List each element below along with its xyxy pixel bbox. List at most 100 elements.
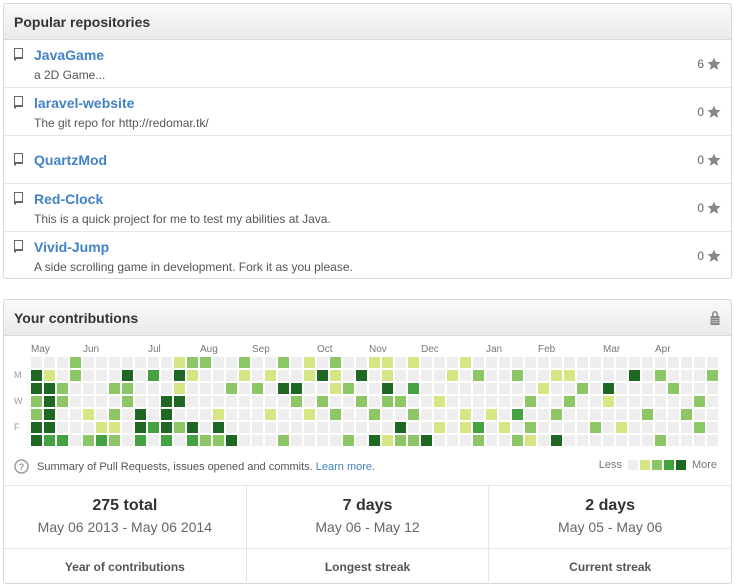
contribution-day[interactable] <box>96 383 107 394</box>
contribution-day[interactable] <box>317 435 328 446</box>
contribution-day[interactable] <box>304 409 315 420</box>
contribution-day[interactable] <box>421 422 432 433</box>
contribution-day[interactable] <box>421 383 432 394</box>
contribution-day[interactable] <box>590 396 601 407</box>
contribution-day[interactable] <box>460 422 471 433</box>
contribution-day[interactable] <box>525 435 536 446</box>
contribution-day[interactable] <box>83 357 94 368</box>
contribution-day[interactable] <box>31 396 42 407</box>
contribution-day[interactable] <box>213 370 224 381</box>
contribution-day[interactable] <box>382 409 393 420</box>
contribution-day[interactable] <box>525 422 536 433</box>
contribution-day[interactable] <box>590 370 601 381</box>
contribution-day[interactable] <box>135 357 146 368</box>
contribution-day[interactable] <box>213 409 224 420</box>
contribution-day[interactable] <box>135 409 146 420</box>
repo-name-link[interactable]: Vivid-Jump <box>34 239 109 255</box>
contribution-day[interactable] <box>668 370 679 381</box>
contribution-day[interactable] <box>343 435 354 446</box>
contribution-day[interactable] <box>96 396 107 407</box>
contribution-day[interactable] <box>473 435 484 446</box>
repo-item[interactable]: laravel-website The git repo for http://… <box>4 88 731 136</box>
contribution-day[interactable] <box>187 422 198 433</box>
repo-name-link[interactable]: laravel-website <box>34 95 134 111</box>
contribution-day[interactable] <box>356 409 367 420</box>
contribution-day[interactable] <box>44 396 55 407</box>
contribution-day[interactable] <box>252 383 263 394</box>
contribution-day[interactable] <box>83 396 94 407</box>
contribution-day[interactable] <box>187 396 198 407</box>
contribution-day[interactable] <box>356 422 367 433</box>
contribution-day[interactable] <box>395 409 406 420</box>
contribution-day[interactable] <box>616 422 627 433</box>
contribution-day[interactable] <box>265 422 276 433</box>
contribution-day[interactable] <box>343 370 354 381</box>
contribution-day[interactable] <box>590 422 601 433</box>
contribution-day[interactable] <box>200 370 211 381</box>
contribution-day[interactable] <box>473 396 484 407</box>
contribution-day[interactable] <box>629 370 640 381</box>
contribution-day[interactable] <box>174 370 185 381</box>
contribution-day[interactable] <box>109 396 120 407</box>
contribution-day[interactable] <box>512 435 523 446</box>
contribution-day[interactable] <box>499 370 510 381</box>
contribution-day[interactable] <box>213 357 224 368</box>
contribution-day[interactable] <box>226 396 237 407</box>
contribution-day[interactable] <box>200 435 211 446</box>
contribution-day[interactable] <box>122 422 133 433</box>
contribution-day[interactable] <box>252 396 263 407</box>
contribution-day[interactable] <box>694 422 705 433</box>
contribution-day[interactable] <box>226 422 237 433</box>
contribution-day[interactable] <box>408 409 419 420</box>
contribution-day[interactable] <box>447 357 458 368</box>
contribution-day[interactable] <box>70 422 81 433</box>
contribution-day[interactable] <box>616 370 627 381</box>
contribution-day[interactable] <box>70 383 81 394</box>
contribution-day[interactable] <box>447 370 458 381</box>
contribution-day[interactable] <box>681 357 692 368</box>
contribution-day[interactable] <box>629 383 640 394</box>
contribution-day[interactable] <box>486 370 497 381</box>
contribution-day[interactable] <box>330 435 341 446</box>
contribution-day[interactable] <box>551 370 562 381</box>
contribution-day[interactable] <box>590 383 601 394</box>
contribution-day[interactable] <box>447 435 458 446</box>
repo-name-link[interactable]: JavaGame <box>34 47 104 63</box>
contribution-day[interactable] <box>265 383 276 394</box>
contribution-day[interactable] <box>330 396 341 407</box>
contribution-day[interactable] <box>551 396 562 407</box>
contribution-day[interactable] <box>655 396 666 407</box>
contribution-day[interactable] <box>434 409 445 420</box>
contribution-day[interactable] <box>96 370 107 381</box>
contribution-day[interactable] <box>642 383 653 394</box>
contribution-day[interactable] <box>512 357 523 368</box>
contribution-day[interactable] <box>356 357 367 368</box>
contribution-day[interactable] <box>31 383 42 394</box>
contribution-day[interactable] <box>447 422 458 433</box>
contribution-day[interactable] <box>655 409 666 420</box>
contribution-day[interactable] <box>278 357 289 368</box>
contribution-day[interactable] <box>486 396 497 407</box>
contribution-day[interactable] <box>707 435 718 446</box>
contribution-day[interactable] <box>473 370 484 381</box>
contribution-day[interactable] <box>538 383 549 394</box>
contribution-day[interactable] <box>603 435 614 446</box>
contribution-day[interactable] <box>616 357 627 368</box>
contribution-day[interactable] <box>408 357 419 368</box>
contribution-day[interactable] <box>356 435 367 446</box>
contribution-day[interactable] <box>369 422 380 433</box>
contribution-day[interactable] <box>525 370 536 381</box>
contribution-day[interactable] <box>96 357 107 368</box>
contribution-day[interactable] <box>473 422 484 433</box>
contribution-day[interactable] <box>239 409 250 420</box>
contribution-day[interactable] <box>434 370 445 381</box>
contribution-day[interactable] <box>122 396 133 407</box>
contribution-day[interactable] <box>655 435 666 446</box>
contribution-day[interactable] <box>655 383 666 394</box>
contribution-day[interactable] <box>200 409 211 420</box>
contribution-day[interactable] <box>460 370 471 381</box>
contribution-day[interactable] <box>265 409 276 420</box>
contribution-day[interactable] <box>629 357 640 368</box>
contribution-day[interactable] <box>200 396 211 407</box>
contribution-day[interactable] <box>603 409 614 420</box>
